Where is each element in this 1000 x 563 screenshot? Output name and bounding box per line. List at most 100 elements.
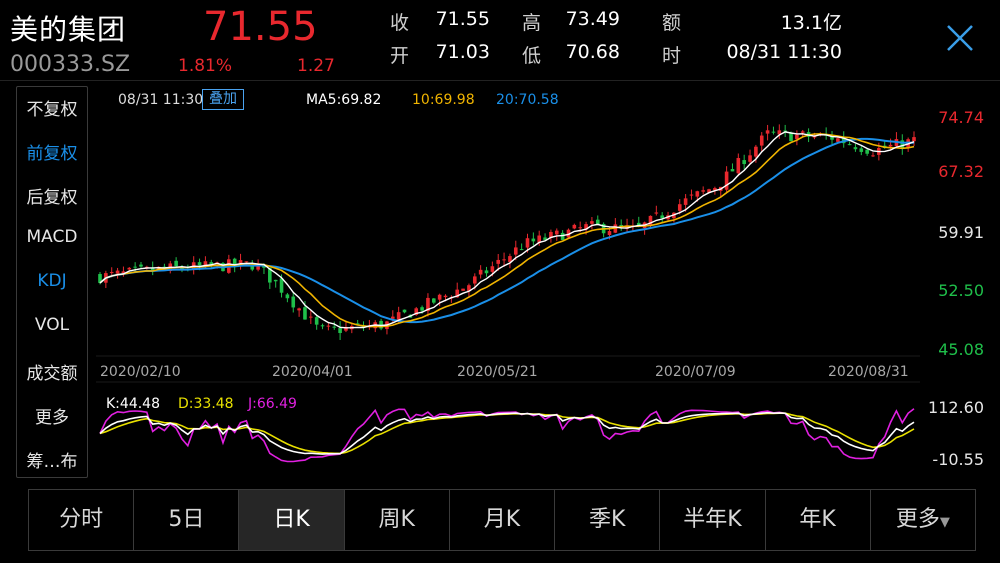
side-item-more[interactable]: 更多 bbox=[17, 403, 87, 428]
candle-body bbox=[742, 160, 746, 165]
candle-body bbox=[109, 272, 114, 274]
candle-body bbox=[513, 247, 518, 255]
candle-body bbox=[912, 137, 916, 142]
side-item-kdj[interactable]: KDJ bbox=[17, 271, 87, 291]
candle-body bbox=[490, 266, 495, 272]
candle-body bbox=[238, 260, 243, 264]
candle-body bbox=[836, 138, 840, 142]
price-axis-label: 59.91 bbox=[938, 223, 984, 242]
tab-5-day[interactable]: 5日 bbox=[134, 490, 240, 550]
tab-quarterly-k[interactable]: 季K bbox=[555, 490, 661, 550]
overlay-button[interactable]: 叠加 bbox=[202, 89, 244, 110]
ma5-legend-label: MA5: bbox=[306, 92, 342, 108]
candle-body bbox=[800, 131, 805, 133]
candle-body bbox=[560, 232, 565, 240]
candle-body bbox=[496, 259, 501, 264]
tab-more[interactable]: 更多▼ bbox=[871, 490, 975, 550]
candle-body bbox=[303, 307, 307, 320]
candle-body bbox=[554, 230, 559, 235]
candle-body bbox=[689, 194, 694, 196]
kdj-axis-bottom: -10.55 bbox=[932, 450, 984, 469]
candle-body bbox=[139, 264, 143, 267]
quote-label-time: 时 bbox=[662, 45, 682, 67]
tab-label: 5日 bbox=[168, 507, 205, 532]
tab-monthly-k[interactable]: 月K bbox=[450, 490, 556, 550]
tab-label: 月K bbox=[483, 507, 521, 532]
candle-body bbox=[484, 270, 489, 274]
ma10-legend-label: 10: bbox=[412, 92, 435, 108]
quote-value-high: 73.49 bbox=[565, 8, 620, 30]
tab-label: 季K bbox=[588, 507, 626, 532]
kdj-axis-top: 112.60 bbox=[928, 398, 984, 417]
side-item-turnover[interactable]: 成交额 bbox=[17, 359, 87, 384]
candle-body bbox=[338, 328, 342, 333]
tab-label: 日K bbox=[273, 507, 310, 532]
candle-body bbox=[297, 308, 301, 311]
quote-value-amount: 13.1亿 bbox=[780, 12, 842, 34]
side-item-backward-adjust[interactable]: 后复权 bbox=[17, 183, 87, 208]
candle-body bbox=[314, 317, 319, 325]
candle-body bbox=[572, 224, 577, 229]
ma10-legend: 10:69.98 bbox=[412, 92, 475, 108]
kdj-d-legend-value: 33.48 bbox=[193, 396, 234, 412]
stock-name: 美的集团 bbox=[10, 13, 127, 46]
side-item-no-adjust[interactable]: 不复权 bbox=[17, 95, 87, 120]
side-item-macd[interactable]: MACD bbox=[17, 227, 87, 247]
kdj-d-legend-label: D: bbox=[178, 396, 194, 412]
side-item-chip-distribution[interactable]: 筹…布 bbox=[17, 447, 87, 472]
quote-label-low: 低 bbox=[522, 45, 542, 67]
candle-body bbox=[748, 155, 752, 162]
price-axis-label: 45.08 bbox=[938, 340, 984, 359]
candle-body bbox=[683, 198, 688, 205]
tab-daily-k[interactable]: 日K bbox=[239, 490, 345, 550]
quote-label-close: 收 bbox=[390, 12, 410, 34]
candle-body bbox=[273, 279, 278, 282]
candle-body bbox=[402, 309, 407, 313]
candle-body bbox=[174, 260, 178, 267]
quote-value-time: 08/31 11:30 bbox=[726, 41, 842, 63]
tab-half-year-k[interactable]: 半年K bbox=[660, 490, 766, 550]
candle-body bbox=[443, 295, 448, 298]
legend-date: 08/31 11:30 bbox=[118, 92, 204, 108]
candle-body bbox=[695, 191, 700, 197]
date-axis-label: 2020/04/01 bbox=[272, 364, 353, 380]
header-divider bbox=[0, 80, 1000, 81]
tab-weekly-k[interactable]: 周K bbox=[345, 490, 450, 550]
candle-body bbox=[660, 215, 664, 219]
tab-intraday[interactable]: 分时 bbox=[29, 490, 135, 550]
candle-body bbox=[736, 158, 741, 174]
quote-label-open: 开 bbox=[390, 45, 410, 67]
price-axis-label: 74.74 bbox=[938, 108, 984, 127]
chevron-down-icon: ▼ bbox=[939, 515, 950, 530]
candle-body bbox=[590, 221, 594, 224]
candle-body bbox=[578, 227, 583, 229]
tab-label: 周K bbox=[378, 507, 415, 532]
tab-yearly-k[interactable]: 年K bbox=[766, 490, 871, 550]
candle-body bbox=[531, 238, 536, 242]
candle-body bbox=[244, 261, 249, 263]
price-axis-label: 67.32 bbox=[938, 162, 984, 181]
ma20-legend-value: 70.58 bbox=[518, 92, 559, 108]
close-icon[interactable] bbox=[940, 20, 980, 60]
date-axis-label: 2020/08/31 bbox=[828, 364, 909, 380]
ma5-legend: MA5:69.82 bbox=[306, 92, 381, 108]
candle-body bbox=[859, 148, 864, 152]
tab-label: 分时 bbox=[59, 507, 104, 532]
candle-body bbox=[888, 144, 893, 147]
side-item-forward-adjust[interactable]: 前复权 bbox=[17, 139, 87, 164]
price-change: 1.27 bbox=[297, 56, 335, 76]
quote-label-amount: 额 bbox=[662, 12, 682, 34]
kdj-k-legend: K:44.48 bbox=[106, 396, 160, 412]
price-axis-label: 52.50 bbox=[938, 281, 984, 300]
candle-body bbox=[607, 231, 612, 236]
side-menu: 不复权 前复权 后复权 MACD KDJ VOL 成交额 更多 筹…布 bbox=[16, 86, 88, 478]
candle-body bbox=[197, 262, 202, 266]
candle-body bbox=[654, 212, 659, 214]
candle-body bbox=[525, 238, 530, 248]
ma20-legend: 20:70.58 bbox=[496, 92, 559, 108]
candle-body bbox=[730, 169, 735, 172]
kdj-d-legend: D:33.48 bbox=[178, 396, 234, 412]
candle-body bbox=[285, 294, 290, 299]
quote-value-low: 70.68 bbox=[565, 41, 620, 63]
side-item-vol[interactable]: VOL bbox=[17, 315, 87, 335]
